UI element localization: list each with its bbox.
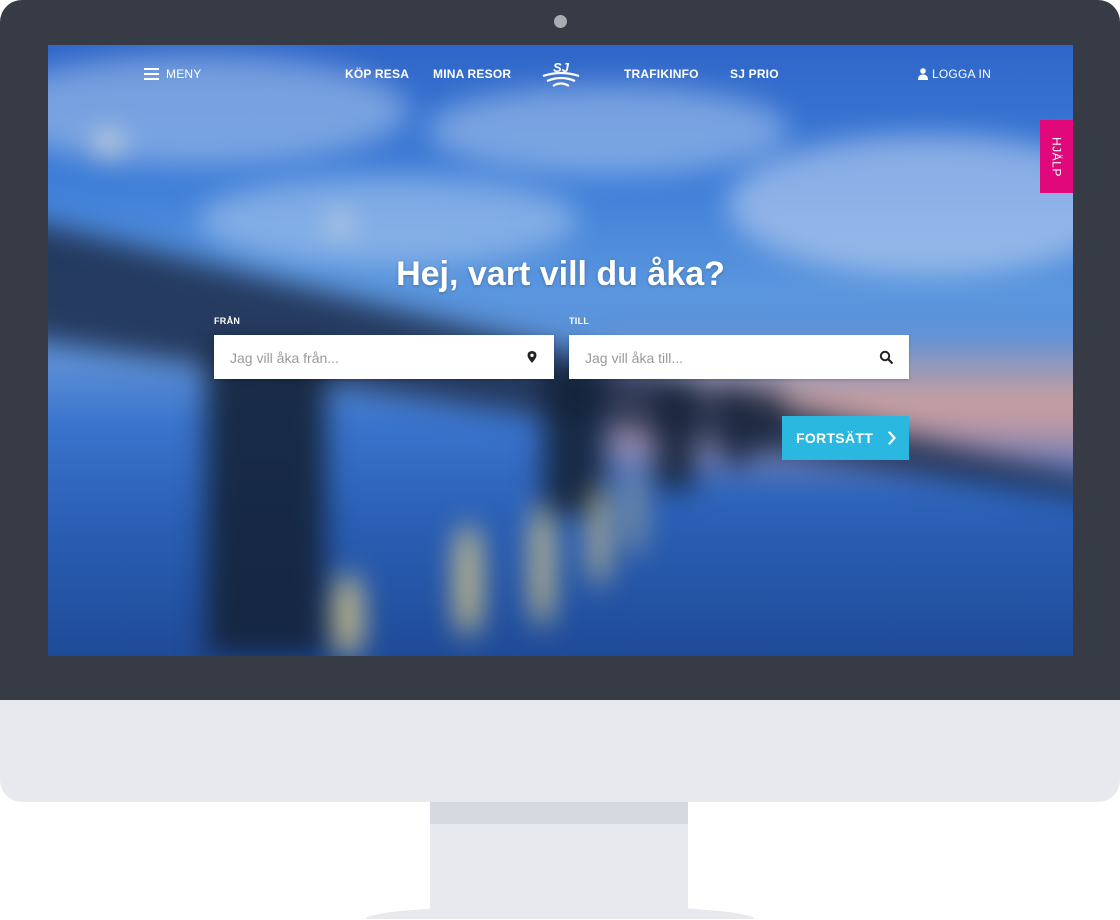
menu-button[interactable]: MENY xyxy=(166,67,201,81)
login-link[interactable]: LOGGA IN xyxy=(932,67,991,81)
to-input[interactable] xyxy=(583,335,867,381)
nav-traffic-info[interactable]: TRAFIKINFO xyxy=(624,67,699,81)
from-label: FRÅN xyxy=(214,316,241,326)
monitor-foot xyxy=(366,905,754,919)
browser-screen: MENY KÖP RESA MINA RESOR SJ TRAFIKINFO S… xyxy=(48,45,1073,656)
continue-button-label: FORTSÄTT xyxy=(796,430,874,446)
from-field[interactable] xyxy=(214,335,554,381)
user-icon[interactable] xyxy=(918,68,928,80)
chevron-right-icon xyxy=(888,431,896,445)
monitor-chin xyxy=(0,700,1120,802)
nav-buy-trip[interactable]: KÖP RESA xyxy=(345,67,409,81)
nav-my-trips[interactable]: MINA RESOR xyxy=(433,67,511,81)
map-pin-icon[interactable] xyxy=(525,350,539,364)
help-tab[interactable]: HJÄLP xyxy=(1040,120,1073,193)
monitor-stand-shadow xyxy=(430,802,688,824)
sj-logo-mark: SJ xyxy=(542,60,580,87)
sj-logo[interactable]: SJ xyxy=(541,59,581,91)
hero-background-image xyxy=(48,45,1073,656)
search-icon[interactable] xyxy=(879,350,893,364)
page-title: Hej, vart vill du åka? xyxy=(396,255,725,293)
continue-button[interactable]: FORTSÄTT xyxy=(782,416,909,460)
help-tab-label: HJÄLP xyxy=(1049,136,1064,177)
hamburger-icon[interactable] xyxy=(144,68,159,80)
to-field[interactable] xyxy=(569,335,909,381)
camera-dot xyxy=(554,15,567,28)
to-label: TILL xyxy=(569,316,590,326)
nav-sj-prio[interactable]: SJ PRIO xyxy=(730,67,779,81)
from-input[interactable] xyxy=(228,335,512,381)
